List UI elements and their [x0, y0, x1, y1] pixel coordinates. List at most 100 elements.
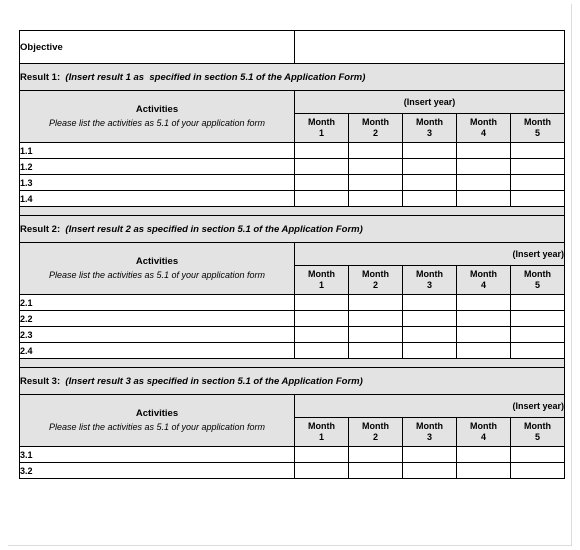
- month-header-4: Month 4: [456, 265, 511, 295]
- month-word: Month: [470, 116, 497, 127]
- activity-month-cell[interactable]: [348, 190, 403, 207]
- activity-month-cell[interactable]: [348, 158, 403, 175]
- month-header-3: Month 3: [402, 265, 457, 295]
- activity-month-cell[interactable]: [348, 310, 403, 327]
- section-gap-row: [18, 358, 566, 368]
- month-number: 5: [535, 432, 541, 442]
- activity-month-cell[interactable]: [402, 462, 457, 479]
- activity-number-3.1[interactable]: 3.1: [19, 446, 295, 463]
- activity-month-cell[interactable]: [348, 462, 403, 479]
- month-header-2: Month 2: [348, 417, 403, 447]
- activity-row: 2.4: [19, 342, 566, 359]
- activity-month-cell[interactable]: [348, 294, 403, 311]
- activity-month-cell[interactable]: [509, 142, 566, 159]
- activity-month-cell[interactable]: [402, 446, 457, 463]
- activity-month-cell[interactable]: [509, 326, 566, 343]
- activity-month-cell[interactable]: [509, 310, 566, 327]
- result-banner-row: Result 2: (Insert result 2 as specified …: [18, 215, 566, 243]
- activity-month-cell[interactable]: [348, 446, 403, 463]
- activity-number-1.2[interactable]: 1.2: [19, 158, 295, 175]
- activity-month-cell[interactable]: [348, 142, 403, 159]
- activity-month-cell[interactable]: [294, 310, 349, 327]
- activity-number-1.1[interactable]: 1.1: [19, 142, 295, 159]
- activity-number-1.3[interactable]: 1.3: [19, 174, 295, 191]
- year-header[interactable]: (Insert year): [293, 394, 566, 418]
- month-number: 5: [535, 280, 541, 290]
- activity-month-cell[interactable]: [456, 326, 511, 343]
- activity-row: 1.1: [19, 142, 566, 159]
- activities-subtitle: Please list the activities as 5.1 of you…: [48, 117, 266, 128]
- activity-month-cell[interactable]: [294, 190, 349, 207]
- activity-month-cell[interactable]: [456, 462, 511, 479]
- activity-month-cell[interactable]: [456, 190, 511, 207]
- activity-month-cell[interactable]: [509, 158, 566, 175]
- month-word: Month: [308, 116, 335, 127]
- activity-month-cell[interactable]: [294, 142, 349, 159]
- activity-month-cell[interactable]: [509, 462, 566, 479]
- activity-month-cell[interactable]: [456, 294, 511, 311]
- activity-month-cell[interactable]: [294, 462, 349, 479]
- activity-month-cell[interactable]: [402, 310, 457, 327]
- activity-month-cell[interactable]: [456, 310, 511, 327]
- activity-month-cell[interactable]: [402, 326, 457, 343]
- activity-month-cell[interactable]: [456, 174, 511, 191]
- result-banner-2: Result 2: (Insert result 2 as specified …: [18, 215, 566, 243]
- month-number: 3: [426, 432, 432, 442]
- activity-month-cell[interactable]: [402, 294, 457, 311]
- work-plan-body: Objective Result 1: (Insert result 1 as s…: [18, 30, 566, 479]
- objective-row: Objective: [19, 30, 566, 64]
- activity-month-cell[interactable]: [294, 158, 349, 175]
- activity-row: 3.1: [19, 446, 566, 463]
- month-header-5: Month 5: [509, 113, 566, 143]
- year-header[interactable]: (Insert year): [293, 90, 566, 114]
- activity-month-cell[interactable]: [348, 342, 403, 359]
- month-word: Month: [362, 268, 389, 279]
- result-label: Result 2:: [20, 223, 61, 235]
- activity-month-cell[interactable]: [509, 294, 566, 311]
- month-number: 4: [480, 128, 486, 138]
- activity-month-cell[interactable]: [294, 174, 349, 191]
- result-banner-row: Result 3: (Insert result 3 as specified …: [18, 367, 566, 395]
- activities-title: Activities: [135, 408, 179, 420]
- activity-month-cell[interactable]: [402, 142, 457, 159]
- objective-label: Objective: [19, 30, 295, 64]
- activity-month-cell[interactable]: [509, 174, 566, 191]
- activity-month-cell[interactable]: [402, 158, 457, 175]
- activity-month-cell[interactable]: [509, 342, 566, 359]
- activity-month-cell[interactable]: [456, 446, 511, 463]
- month-number: 3: [426, 280, 432, 290]
- activity-number-2.1[interactable]: 2.1: [19, 294, 295, 311]
- activity-number-3.2[interactable]: 3.2: [19, 462, 295, 479]
- activity-month-cell[interactable]: [402, 174, 457, 191]
- month-word: Month: [416, 268, 443, 279]
- activities-header: Activities Please list the activities as …: [19, 242, 295, 295]
- work-plan-sheet: Objective Result 1: (Insert result 1 as s…: [18, 30, 566, 479]
- month-number: 2: [372, 432, 378, 442]
- month-number: 1: [318, 280, 324, 290]
- activity-month-cell[interactable]: [348, 326, 403, 343]
- activities-header-row: Activities Please list the activities as …: [19, 242, 566, 295]
- activity-month-cell[interactable]: [456, 158, 511, 175]
- activity-number-2.4[interactable]: 2.4: [19, 342, 295, 359]
- year-header[interactable]: (Insert year): [293, 242, 566, 266]
- result-banner-3: Result 3: (Insert result 3 as specified …: [18, 367, 566, 395]
- activity-month-cell[interactable]: [456, 142, 511, 159]
- activity-number-2.2[interactable]: 2.2: [19, 310, 295, 327]
- section-gap: [18, 206, 566, 216]
- activity-month-cell[interactable]: [294, 342, 349, 359]
- objective-value-field[interactable]: [293, 30, 566, 64]
- activity-number-2.3[interactable]: 2.3: [19, 326, 295, 343]
- activity-month-cell[interactable]: [456, 342, 511, 359]
- document-page: Objective Result 1: (Insert result 1 as s…: [8, 4, 572, 546]
- activity-month-cell[interactable]: [509, 446, 566, 463]
- activity-number-1.4[interactable]: 1.4: [19, 190, 295, 207]
- activity-month-cell[interactable]: [509, 190, 566, 207]
- result-banner-row: Result 1: (Insert result 1 as specified …: [18, 63, 566, 91]
- activity-month-cell[interactable]: [348, 174, 403, 191]
- activity-month-cell[interactable]: [294, 326, 349, 343]
- activity-month-cell[interactable]: [402, 342, 457, 359]
- activity-month-cell[interactable]: [294, 446, 349, 463]
- activity-month-cell[interactable]: [402, 190, 457, 207]
- activities-header-row: Activities Please list the activities as …: [19, 394, 566, 447]
- activity-month-cell[interactable]: [294, 294, 349, 311]
